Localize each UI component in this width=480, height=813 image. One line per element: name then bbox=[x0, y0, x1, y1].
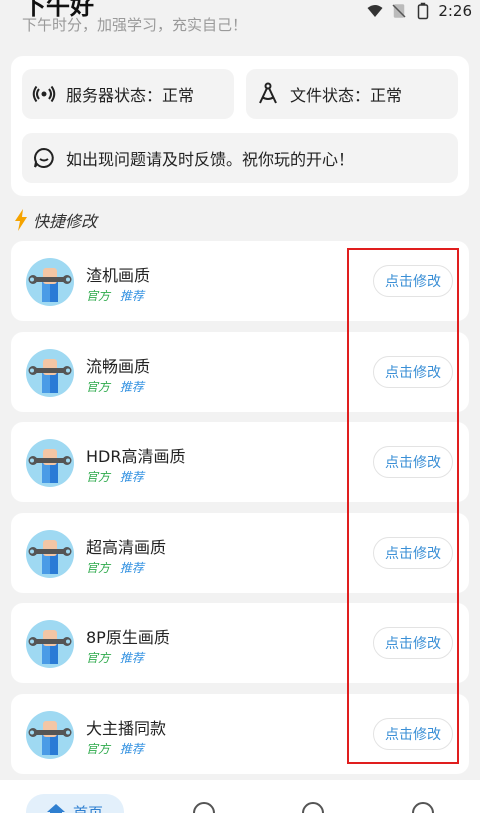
status-card: 服务器状态：正常 文件状态：正常 如出现问题请及时反馈。祝你玩的开心！ bbox=[11, 56, 469, 196]
preset-avatar bbox=[26, 529, 74, 578]
nav-home-label: 首页 bbox=[72, 803, 103, 813]
notice-text: 如出现问题请及时反馈。祝你玩的开心！ bbox=[66, 150, 355, 169]
home-icon bbox=[46, 804, 65, 813]
preset-tags: 官方 推荐 bbox=[86, 740, 144, 757]
preset-avatar bbox=[26, 439, 74, 487]
preset-title: HDR高清画质 bbox=[86, 447, 186, 466]
wrench-icon bbox=[28, 539, 72, 574]
wrench-icon bbox=[28, 720, 72, 755]
wifi-icon bbox=[367, 5, 383, 17]
tag-recommend: 推荐 bbox=[119, 741, 144, 756]
notice-pill: 如出现问题请及时反馈。祝你玩的开心！ bbox=[22, 133, 458, 183]
preset-tags: 官方 推荐 bbox=[86, 287, 144, 304]
preset-tags: 官方 推荐 bbox=[86, 468, 144, 485]
status-time: 2:26 bbox=[438, 2, 472, 20]
greeting-subtitle: 下午时分，加强学习，充实自己！ bbox=[22, 16, 248, 34]
nav-home[interactable]: 首页 bbox=[26, 794, 124, 813]
wrench-icon bbox=[28, 268, 72, 302]
tag-official: 官方 bbox=[86, 651, 111, 665]
tag-official: 官方 bbox=[86, 289, 111, 303]
preset-title: 超高清画质 bbox=[86, 537, 167, 557]
preset-title: 流畅画质 bbox=[86, 356, 151, 376]
preset-title: 大主播同款 bbox=[86, 718, 167, 738]
preset-avatar bbox=[26, 710, 74, 759]
preset-tags: 官方 推荐 bbox=[86, 559, 144, 576]
nav-info-icon[interactable] bbox=[302, 802, 324, 813]
tag-official: 官方 bbox=[86, 379, 111, 394]
wrench-icon bbox=[28, 630, 72, 664]
wrench-icon bbox=[28, 358, 72, 393]
tag-recommend: 推荐 bbox=[119, 379, 144, 394]
tag-official: 官方 bbox=[86, 741, 111, 756]
nav-explore-icon[interactable] bbox=[193, 802, 215, 813]
server-status-pill: 服务器状态：正常 bbox=[22, 69, 234, 119]
highlight-annotation bbox=[347, 248, 459, 764]
status-bar: 2:26 bbox=[366, 2, 472, 20]
no-sim-icon bbox=[392, 4, 406, 18]
battery-icon bbox=[418, 2, 429, 20]
quick-edit-title: 快捷修改 bbox=[33, 212, 98, 231]
server-status-text: 服务器状态：正常 bbox=[66, 86, 195, 105]
preset-title: 8P原生画质 bbox=[86, 628, 170, 647]
preset-tags: 官方 推荐 bbox=[86, 649, 144, 666]
preset-avatar bbox=[26, 620, 74, 668]
tag-recommend: 推荐 bbox=[119, 560, 144, 575]
chat-bubble-icon bbox=[34, 147, 54, 168]
compass-tool-icon bbox=[259, 82, 277, 104]
lightning-icon bbox=[15, 209, 27, 231]
tag-recommend: 推荐 bbox=[119, 651, 144, 665]
preset-avatar bbox=[26, 258, 74, 306]
preset-title: 渣机画质 bbox=[86, 266, 151, 285]
bottom-nav: 首页 bbox=[0, 780, 480, 813]
broadcast-icon bbox=[32, 85, 56, 103]
file-status-pill: 文件状态：正常 bbox=[246, 69, 458, 119]
file-status-text: 文件状态：正常 bbox=[290, 86, 403, 105]
quick-edit-header: 快捷修改 bbox=[13, 208, 97, 232]
preset-avatar bbox=[26, 348, 74, 397]
preset-tags: 官方 推荐 bbox=[86, 378, 144, 395]
tag-recommend: 推荐 bbox=[119, 289, 144, 303]
tag-official: 官方 bbox=[86, 470, 111, 484]
tag-recommend: 推荐 bbox=[119, 470, 144, 484]
nav-profile-icon[interactable] bbox=[412, 802, 434, 813]
wrench-icon bbox=[28, 449, 72, 483]
tag-official: 官方 bbox=[86, 560, 111, 575]
